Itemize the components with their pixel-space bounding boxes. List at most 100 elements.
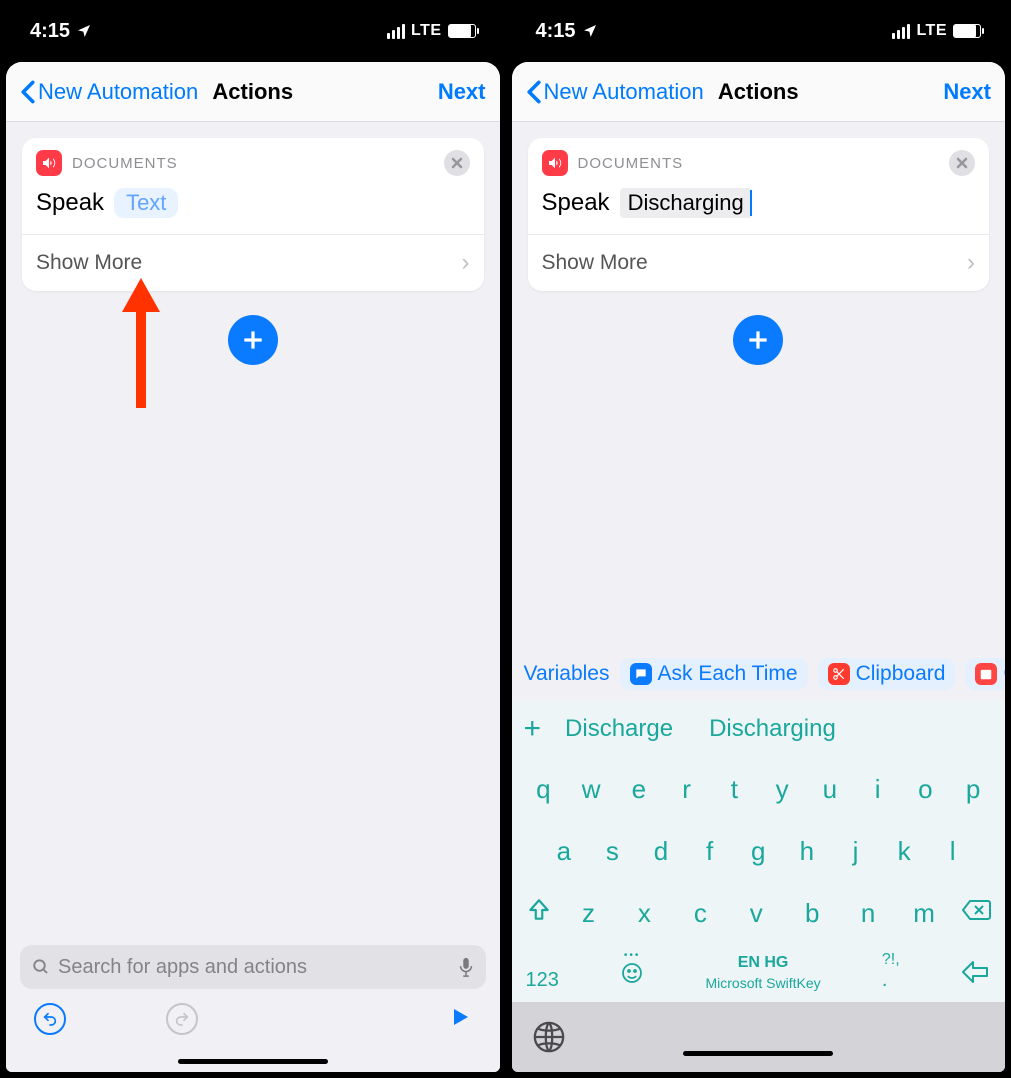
content-area: DOCUMENTS Speak Text Show More › [6, 122, 500, 935]
app-window: New Automation Actions Next DOCUMENTS Sp… [512, 62, 1006, 1072]
key-a[interactable]: a [545, 828, 583, 874]
signal-icon [387, 24, 405, 39]
phone-left: 4:15 LTE New Automation Actions Next [6, 6, 500, 1072]
network-label: LTE [411, 22, 442, 40]
punctuation-key[interactable]: ?!, . [882, 951, 900, 992]
key-k[interactable]: k [885, 828, 923, 874]
key-w[interactable]: w [572, 766, 610, 812]
remove-action-button[interactable] [949, 150, 975, 176]
shift-key[interactable] [526, 897, 552, 930]
battery-icon [953, 24, 981, 38]
key-o[interactable]: o [906, 766, 944, 812]
page-title: Actions [212, 79, 293, 105]
key-q[interactable]: q [524, 766, 562, 812]
suggestion-1[interactable]: Discharge [565, 715, 673, 743]
key-s[interactable]: s [593, 828, 631, 874]
key-c[interactable]: c [681, 890, 719, 936]
status-bar: 4:15 LTE [6, 6, 500, 56]
numeric-key[interactable]: 123 [526, 969, 559, 992]
mic-icon[interactable] [458, 957, 474, 977]
chevron-right-icon: › [967, 249, 975, 277]
globe-key[interactable] [532, 1020, 566, 1054]
key-x[interactable]: x [625, 890, 663, 936]
variables-label[interactable]: Variables [524, 662, 610, 686]
next-button[interactable]: Next [438, 79, 486, 105]
status-time: 4:15 [30, 20, 70, 43]
key-e[interactable]: e [620, 766, 658, 812]
remove-action-button[interactable] [444, 150, 470, 176]
home-indicator [683, 1051, 833, 1056]
key-i[interactable]: i [859, 766, 897, 812]
key-v[interactable]: v [737, 890, 775, 936]
undo-icon [42, 1011, 58, 1027]
run-button[interactable] [448, 1005, 472, 1034]
key-r[interactable]: r [668, 766, 706, 812]
speak-action-icon [36, 150, 62, 176]
key-p[interactable]: p [954, 766, 992, 812]
key-n[interactable]: n [849, 890, 887, 936]
chevron-right-icon: › [462, 249, 470, 277]
suggestion-2[interactable]: Discharging [709, 715, 836, 743]
text-token-placeholder[interactable]: Text [114, 188, 178, 218]
location-icon [582, 23, 598, 39]
undo-button[interactable] [34, 1003, 66, 1035]
key-d[interactable]: d [642, 828, 680, 874]
app-window: New Automation Actions Next DOCUMENTS Sp… [6, 62, 500, 1072]
variable-chip-clipboard[interactable]: Clipboard [818, 658, 956, 690]
back-label: New Automation [544, 79, 704, 105]
back-label: New Automation [38, 79, 198, 105]
content-area: DOCUMENTS Speak Discharging Show More › [512, 122, 1006, 648]
backspace-key[interactable] [961, 899, 991, 928]
key-j[interactable]: j [836, 828, 874, 874]
play-icon [448, 1005, 472, 1029]
nav-bar: New Automation Actions Next [6, 62, 500, 122]
action-card: DOCUMENTS Speak Text Show More › [22, 138, 484, 291]
key-b[interactable]: b [793, 890, 831, 936]
emoji-key[interactable]: ••• [620, 950, 644, 992]
key-g[interactable]: g [739, 828, 777, 874]
page-title: Actions [718, 79, 799, 105]
home-indicator [178, 1059, 328, 1064]
key-y[interactable]: y [763, 766, 801, 812]
enter-key[interactable] [961, 959, 991, 992]
close-icon [956, 157, 968, 169]
battery-icon [448, 24, 476, 38]
show-more-label: Show More [542, 251, 648, 275]
status-bar: 4:15 LTE [512, 6, 1006, 56]
variable-chip-ask[interactable]: Ask Each Time [620, 658, 808, 690]
bottom-area: Search for apps and actions [6, 935, 500, 1072]
back-button[interactable]: New Automation [526, 79, 704, 105]
next-button[interactable]: Next [943, 79, 991, 105]
search-input[interactable]: Search for apps and actions [20, 945, 486, 989]
add-action-button[interactable] [733, 315, 783, 365]
add-suggestion-button[interactable]: + [524, 712, 542, 746]
action-card: DOCUMENTS Speak Discharging Show More › [528, 138, 990, 291]
nav-bar: New Automation Actions Next [512, 62, 1006, 122]
show-more-row[interactable]: Show More › [528, 235, 990, 291]
signal-icon [892, 24, 910, 39]
chip-label: Ask Each Time [658, 662, 798, 686]
key-m[interactable]: m [905, 890, 943, 936]
action-verb: Speak [36, 189, 104, 217]
key-f[interactable]: f [691, 828, 729, 874]
enter-icon [961, 959, 991, 985]
spacebar-key[interactable]: EN HG Microsoft SwiftKey [705, 953, 820, 992]
chat-icon [630, 663, 652, 685]
key-h[interactable]: h [788, 828, 826, 874]
search-icon [32, 958, 50, 976]
show-more-row[interactable]: Show More › [22, 235, 484, 291]
text-token-value[interactable]: Discharging [620, 188, 752, 218]
variable-chip-current[interactable]: Cur [965, 658, 1005, 690]
keyboard-lang: EN HG [705, 953, 820, 974]
key-z[interactable]: z [569, 890, 607, 936]
redo-icon [174, 1011, 190, 1027]
speak-action-icon [542, 150, 568, 176]
show-more-label: Show More [36, 251, 142, 275]
key-t[interactable]: t [715, 766, 753, 812]
back-button[interactable]: New Automation [20, 79, 198, 105]
key-u[interactable]: u [811, 766, 849, 812]
calendar-icon [975, 663, 997, 685]
add-action-button[interactable] [228, 315, 278, 365]
key-l[interactable]: l [934, 828, 972, 874]
chevron-left-icon [526, 80, 542, 104]
